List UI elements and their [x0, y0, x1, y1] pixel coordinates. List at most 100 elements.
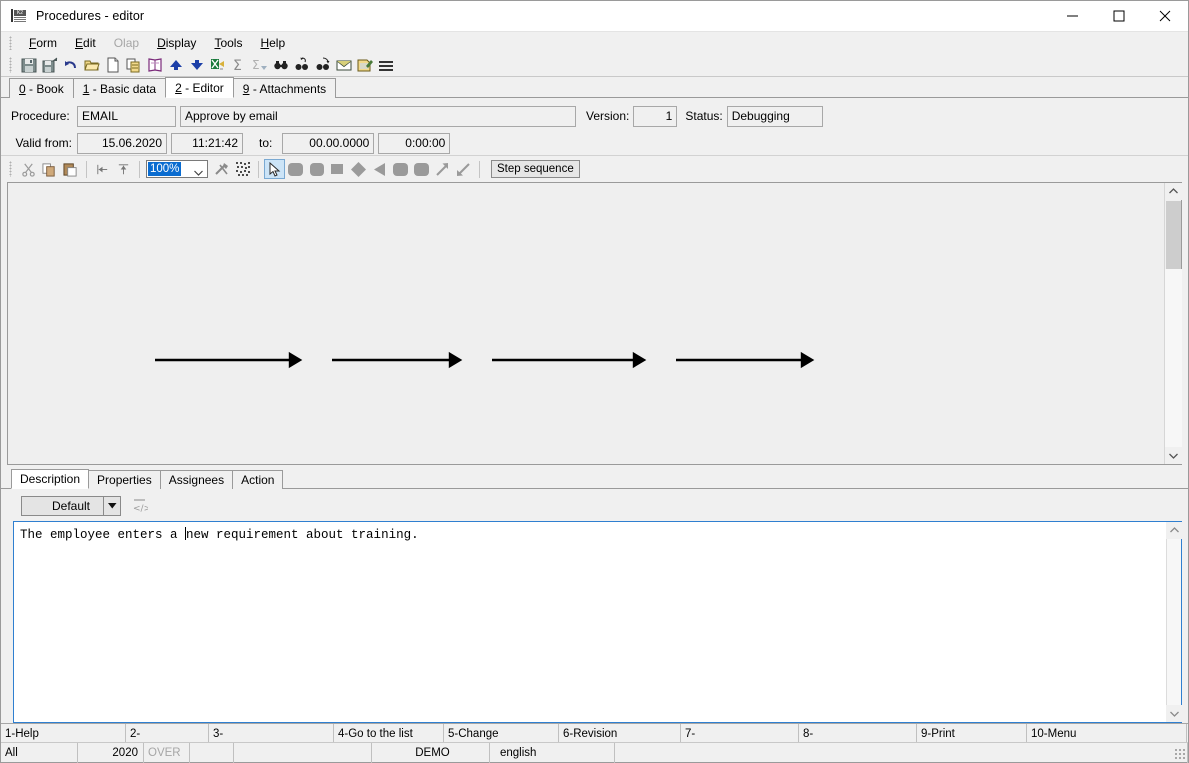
description-textarea[interactable]: The employee enters a new requirement ab…: [14, 522, 1166, 722]
style-select-value: Default: [51, 499, 91, 513]
rounded-rect-tool[interactable]: [285, 159, 306, 179]
description-text-before: The employee enters a: [20, 528, 186, 542]
save-icon[interactable]: [18, 55, 39, 75]
status-year: 2020: [78, 743, 144, 763]
toolbar-separator-1: [86, 160, 87, 178]
fkey-help[interactable]: 1-Help: [1, 724, 126, 743]
code-tags-icon[interactable]: </>: [131, 497, 149, 515]
menu-tools[interactable]: Tools: [205, 34, 251, 52]
tab-description[interactable]: Description: [11, 469, 90, 489]
toolbar-separator-3: [258, 160, 259, 178]
rounded-square-tool[interactable]: [306, 159, 327, 179]
rounded-square2-tool[interactable]: [411, 159, 432, 179]
menu-edit[interactable]: Edit: [66, 34, 105, 52]
rounded-rect2-tool[interactable]: [390, 159, 411, 179]
status-field[interactable]: Debugging: [726, 105, 823, 127]
procedure-code-field[interactable]: EMAIL: [77, 105, 176, 127]
fkey-3[interactable]: 3-: [209, 724, 334, 743]
close-button[interactable]: [1142, 1, 1188, 30]
minimize-button[interactable]: [1050, 1, 1096, 30]
desc-scroll-down-button[interactable]: [1165, 705, 1183, 722]
desc-scroll-up-button[interactable]: [1165, 522, 1183, 539]
tab-properties[interactable]: Properties: [88, 470, 161, 489]
new-document-icon[interactable]: [102, 55, 123, 75]
tab-assignees[interactable]: Assignees: [159, 470, 234, 489]
diagram-canvas[interactable]: Start Training requirement Approvement R…: [8, 183, 1164, 464]
cut-icon[interactable]: [18, 159, 39, 179]
align-top-icon[interactable]: [113, 159, 134, 179]
fkey-revision[interactable]: 6-Revision: [559, 724, 681, 743]
fkey-print[interactable]: 9-Print: [917, 724, 1027, 743]
copy-records-icon[interactable]: [123, 55, 144, 75]
maximize-button[interactable]: [1096, 1, 1142, 30]
procedure-name-field[interactable]: Approve by email: [180, 105, 576, 127]
diagram-connections: [155, 351, 815, 369]
scroll-down-button[interactable]: [1164, 447, 1182, 464]
style-select[interactable]: Default: [21, 496, 121, 516]
tab-basic-data[interactable]: 1 - Basic data: [72, 78, 167, 98]
description-text-container: The employee enters a new requirement ab…: [13, 521, 1183, 723]
to-date-field[interactable]: 00.00.0000: [282, 132, 375, 154]
fkey-go-to-list[interactable]: 4-Go to the list: [334, 724, 444, 743]
menu-list-icon[interactable]: [375, 55, 396, 75]
save-as-icon[interactable]: [39, 55, 60, 75]
move-down-icon[interactable]: [186, 55, 207, 75]
square-tool[interactable]: [327, 159, 348, 179]
version-field[interactable]: 1: [633, 105, 678, 127]
scroll-track[interactable]: [1164, 269, 1182, 447]
align-left-icon[interactable]: [92, 159, 113, 179]
function-key-bar: 1-Help 2- 3- 4-Go to the list 5-Change 6…: [1, 723, 1188, 743]
menu-help[interactable]: Help: [251, 34, 294, 52]
menu-display[interactable]: Display: [148, 34, 205, 52]
app-icon: K2: [11, 8, 27, 24]
mail-icon[interactable]: [333, 55, 354, 75]
undo-icon[interactable]: [60, 55, 81, 75]
tools-icon[interactable]: [211, 159, 232, 179]
sum-icon[interactable]: Σ: [228, 55, 249, 75]
step-sequence-button[interactable]: Step sequence: [491, 160, 580, 178]
to-time-field[interactable]: 0:00:00: [378, 132, 451, 154]
triangle-left-tool[interactable]: [369, 159, 390, 179]
tab-attachments[interactable]: 9 - Attachments: [232, 78, 337, 98]
tab-book[interactable]: 0 - Book: [9, 78, 74, 98]
menu-grip: [9, 35, 12, 50]
move-up-icon[interactable]: [165, 55, 186, 75]
edit-note-icon[interactable]: [354, 55, 375, 75]
menu-form[interactable]: Form: [20, 34, 66, 52]
editor-toolbar-grip: [9, 161, 12, 177]
fkey-change[interactable]: 5-Change: [444, 724, 559, 743]
diamond-tool[interactable]: [348, 159, 369, 179]
main-toolbar: Σ Σ: [1, 53, 1188, 77]
chevron-down-icon[interactable]: [194, 166, 203, 180]
fkey-7[interactable]: 7-: [681, 724, 799, 743]
find-previous-icon[interactable]: [291, 55, 312, 75]
book-icon[interactable]: [144, 55, 165, 75]
copy-icon[interactable]: [39, 159, 60, 179]
fkey-8[interactable]: 8-: [799, 724, 917, 743]
paste-icon[interactable]: [60, 159, 81, 179]
tab-editor[interactable]: 2 - Editor: [165, 77, 234, 98]
fkey-menu[interactable]: 10-Menu: [1027, 724, 1187, 743]
procedure-row: Procedure: EMAIL Approve by email Versio…: [1, 104, 1188, 128]
valid-from-time-field[interactable]: 11:21:42: [171, 132, 243, 154]
export-excel-icon[interactable]: [207, 55, 228, 75]
pointer-tool[interactable]: [264, 159, 285, 179]
arrow-down-left-tool[interactable]: [453, 159, 474, 179]
resize-grip[interactable]: [1174, 748, 1186, 760]
valid-from-date-field[interactable]: 15.06.2020: [77, 132, 167, 154]
zoom-combo[interactable]: 100%: [146, 160, 208, 178]
sum-filter-icon[interactable]: Σ: [249, 55, 270, 75]
find-icon[interactable]: [270, 55, 291, 75]
canvas-vertical-scrollbar[interactable]: [1164, 183, 1182, 464]
open-folder-icon[interactable]: [81, 55, 102, 75]
fkey-2[interactable]: 2-: [126, 724, 209, 743]
tab-action[interactable]: Action: [232, 470, 284, 489]
svg-text:Σ: Σ: [233, 58, 242, 73]
scroll-thumb[interactable]: [1165, 201, 1181, 269]
chevron-down-icon[interactable]: [103, 497, 120, 515]
arrow-up-right-tool[interactable]: [432, 159, 453, 179]
find-next-icon[interactable]: [312, 55, 333, 75]
description-vertical-scrollbar[interactable]: [1165, 522, 1183, 722]
scroll-up-button[interactable]: [1164, 183, 1182, 200]
grid-icon[interactable]: [232, 159, 253, 179]
